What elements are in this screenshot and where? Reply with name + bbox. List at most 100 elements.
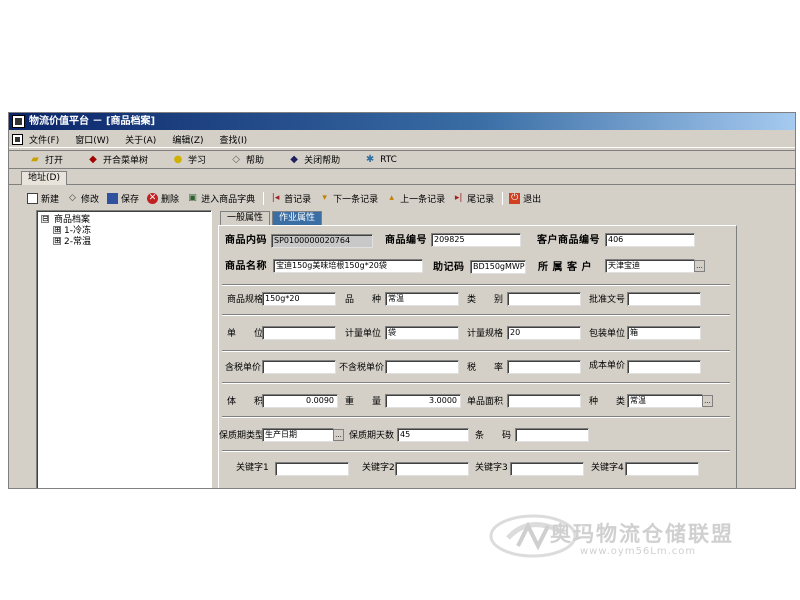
- spec-field[interactable]: 150g*20: [262, 292, 336, 306]
- product-name-label: 商品名称: [225, 261, 267, 272]
- bulb-icon: ●: [173, 154, 183, 165]
- open-button[interactable]: ▰ 打开: [29, 153, 63, 166]
- keyword1-field[interactable]: [275, 462, 349, 476]
- folder-open-icon: ▰: [31, 154, 39, 165]
- calc-unit-label: 计量单位: [345, 329, 382, 339]
- client-product-number-field[interactable]: 406: [605, 233, 695, 247]
- owner-client-field[interactable]: 天津宝迪: [605, 259, 695, 273]
- exit-button[interactable]: ⏻ 退出: [509, 192, 541, 205]
- rtc-button[interactable]: ✱ RTC: [364, 154, 397, 165]
- keyword4-field[interactable]: [625, 462, 699, 476]
- save-button[interactable]: 保存: [107, 192, 139, 205]
- first-record-button[interactable]: |◂ 首记录: [270, 192, 311, 205]
- address-tab[interactable]: 地址(D): [21, 171, 67, 185]
- client-product-number-label: 客户商品编号: [537, 235, 600, 246]
- keyword3-field[interactable]: [510, 462, 584, 476]
- variety-field[interactable]: 常温: [385, 292, 459, 306]
- shelf-life-type-field[interactable]: 生产日期: [262, 428, 334, 442]
- help-button[interactable]: ◇ 帮助: [230, 153, 264, 166]
- divider: [222, 284, 730, 286]
- owner-client-label: 所 属 客 户: [538, 262, 592, 273]
- product-code-label: 商品内码: [225, 235, 267, 246]
- unit-area-field[interactable]: [507, 394, 581, 408]
- system-menu-icon[interactable]: [12, 134, 23, 145]
- delete-icon: ✕: [147, 192, 159, 204]
- menu-find[interactable]: 查找(I): [220, 133, 248, 146]
- calc-spec-field[interactable]: 20: [507, 326, 581, 340]
- watermark-url: www.oym56Lm.com: [580, 546, 697, 557]
- menu-window[interactable]: 窗口(W): [75, 133, 109, 146]
- product-name-field[interactable]: 宝迪150g美味培根150g*20袋: [273, 259, 423, 273]
- price-without-tax-field[interactable]: [385, 360, 459, 374]
- prev-record-button[interactable]: ▴ 上一条记录: [386, 192, 445, 205]
- owner-client-lookup-button[interactable]: ...: [694, 260, 705, 272]
- weight-field[interactable]: 3.0000: [385, 394, 461, 408]
- price-without-tax-label: 不含税单价: [339, 363, 385, 373]
- product-number-label: 商品编号: [385, 235, 427, 246]
- shelf-life-days-field[interactable]: 45: [397, 428, 469, 442]
- property-tabs: 一般属性 作业属性: [220, 211, 324, 225]
- exit-icon: ⏻: [509, 192, 521, 204]
- price-with-tax-label: 含税单价: [225, 363, 262, 373]
- volume-label: 体 积: [227, 397, 264, 407]
- menu-file[interactable]: 文件(F): [29, 133, 59, 146]
- learn-label: 学习: [188, 156, 207, 166]
- product-number-field[interactable]: 209825: [431, 233, 521, 247]
- diamond-icon: ◇: [232, 154, 240, 165]
- watermark-text: 奥玛物流仓储联盟: [550, 522, 734, 546]
- keyword2-label: 关键字2: [362, 463, 395, 473]
- expand-icon[interactable]: ⊞: [53, 225, 61, 234]
- toggle-menu-tree-button[interactable]: ◆ 开合菜单树: [87, 153, 148, 166]
- category-label: 类 别: [467, 295, 504, 305]
- first-record-label: 首记录: [284, 194, 312, 205]
- unit-field[interactable]: [262, 326, 336, 340]
- edit-icon: ◇: [69, 192, 76, 203]
- calc-unit-field[interactable]: 袋: [385, 326, 459, 340]
- close-help-button[interactable]: ◆ 关闭帮助: [288, 153, 340, 166]
- mnemonic-field[interactable]: BD150gMWPG: [470, 260, 526, 274]
- expand-icon[interactable]: ⊞: [53, 236, 61, 245]
- tab-operation[interactable]: 作业属性: [272, 211, 323, 225]
- cost-price-field[interactable]: [627, 360, 701, 374]
- new-label: 新建: [41, 194, 60, 205]
- category-field[interactable]: [507, 292, 581, 306]
- kind-label: 种 类: [589, 397, 626, 407]
- pack-unit-field[interactable]: 箱: [627, 326, 701, 340]
- shelf-life-type-label: 保质期类型: [219, 431, 265, 441]
- main-toolbar: ▰ 打开 ◆ 开合菜单树 ● 学习 ◇ 帮助 ◆ 关闭帮助 ✱ RTC: [9, 150, 795, 169]
- delete-button[interactable]: ✕ 删除: [147, 192, 179, 205]
- collapse-icon[interactable]: ⊟: [41, 214, 49, 223]
- edit-button[interactable]: ◇ 修改: [67, 192, 99, 205]
- toggle-menu-tree-label: 开合菜单树: [103, 156, 149, 166]
- new-button[interactable]: 新建: [27, 192, 59, 205]
- next-record-button[interactable]: ▾ 下一条记录: [319, 192, 378, 205]
- menu-edit[interactable]: 编辑(Z): [172, 133, 203, 146]
- product-tree[interactable]: ⊟ 商品档案 ⊞ 1-冷冻 ⊞ 2-常温: [36, 210, 212, 488]
- rtc-label: RTC: [380, 154, 397, 165]
- last-record-icon: ▸|: [454, 192, 463, 203]
- calc-spec-label: 计量规格: [467, 329, 504, 339]
- next-record-label: 下一条记录: [333, 194, 379, 205]
- price-with-tax-field[interactable]: [262, 360, 336, 374]
- approval-field[interactable]: [627, 292, 701, 306]
- last-record-button[interactable]: ▸| 尾记录: [453, 192, 494, 205]
- enter-dictionary-label: 进入商品字典: [201, 194, 256, 205]
- tree-node-label[interactable]: 2-常温: [64, 234, 91, 247]
- learn-button[interactable]: ● 学习: [172, 153, 206, 166]
- barcode-label: 条 码: [475, 431, 512, 441]
- tree-node-ambient[interactable]: ⊞ 2-常温: [41, 234, 211, 247]
- kind-lookup-button[interactable]: ...: [702, 395, 713, 407]
- tab-general[interactable]: 一般属性: [220, 211, 271, 225]
- unit-label: 单 位: [227, 329, 264, 339]
- kind-field[interactable]: 常温: [627, 394, 703, 408]
- menu-about[interactable]: 关于(A): [125, 133, 156, 146]
- keyword2-field[interactable]: [395, 462, 469, 476]
- tax-rate-field[interactable]: [507, 360, 581, 374]
- prev-record-icon: ▴: [389, 192, 394, 203]
- shelf-life-type-lookup-button[interactable]: ...: [333, 429, 344, 441]
- toolbar-separator: [502, 191, 504, 205]
- enter-dictionary-button[interactable]: ▣ 进入商品字典: [187, 192, 255, 205]
- volume-field[interactable]: 0.0090: [262, 394, 338, 408]
- approval-label: 批准文号: [589, 295, 626, 305]
- barcode-field[interactable]: [515, 428, 589, 442]
